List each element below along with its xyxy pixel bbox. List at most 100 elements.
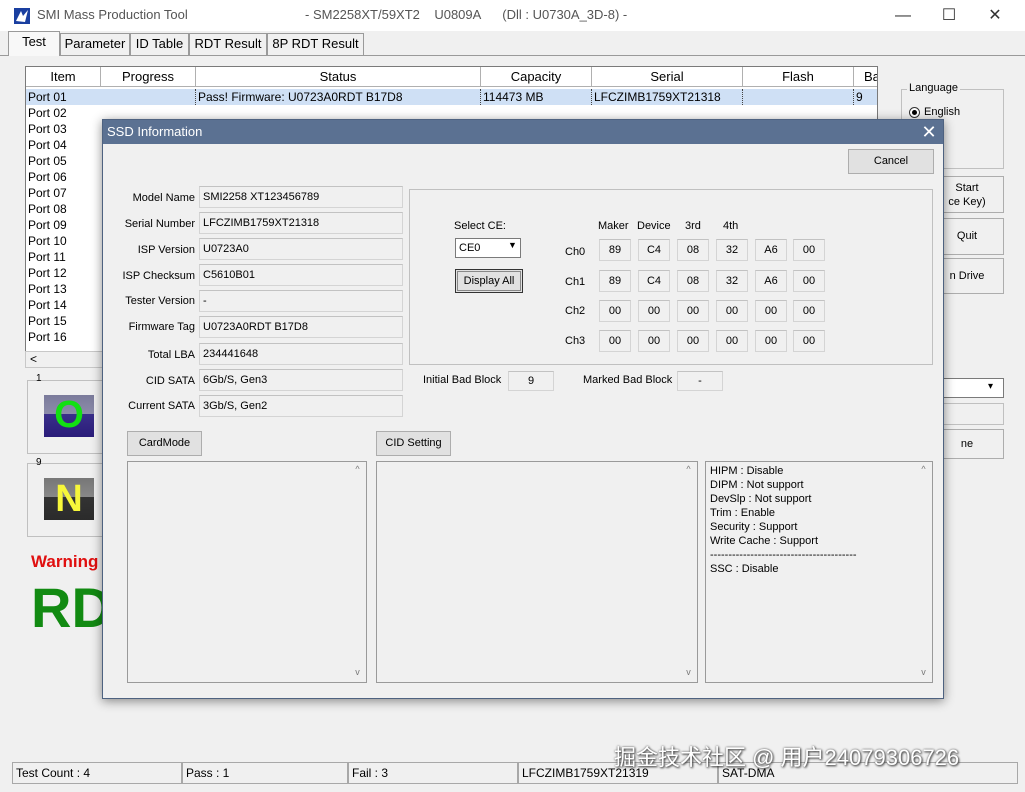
- scroll-left-icon[interactable]: <: [30, 352, 37, 366]
- field-label: ISP Checksum: [122, 270, 195, 282]
- column-header-capacity[interactable]: Capacity: [481, 67, 592, 87]
- feature-info-textarea[interactable]: HIPM : Disable DIPM : Not support DevSlp…: [705, 461, 933, 683]
- table-row[interactable]: Port 16: [26, 329, 101, 345]
- chevron-down-icon[interactable]: ▼: [508, 240, 517, 250]
- id-byte-cell: C4: [638, 270, 670, 292]
- table-row[interactable]: Port 04: [26, 137, 101, 153]
- port-label: Port 07: [28, 186, 67, 200]
- dialog-close-icon[interactable]: ✕: [917, 121, 941, 143]
- close-button[interactable]: ✕: [972, 2, 1018, 29]
- tab-test[interactable]: Test: [8, 31, 60, 56]
- info-line: SSC : Disable: [710, 563, 779, 575]
- table-row[interactable]: Port 08: [26, 201, 101, 217]
- field-label: Tester Version: [125, 295, 195, 307]
- table-row-selected[interactable]: Pass! Firmware: U0723A0RDT B17D8 114473 …: [26, 89, 877, 105]
- column-header-progress[interactable]: Progress: [101, 67, 196, 87]
- id-byte-cell: 00: [677, 300, 709, 322]
- channel-label: Ch1: [565, 276, 586, 288]
- port-panel-number: 9: [36, 457, 42, 468]
- channel-label: Ch0: [565, 246, 586, 258]
- port-label: Port 06: [28, 170, 67, 184]
- tab-rdt-result[interactable]: RDT Result: [189, 33, 267, 55]
- column-header-item[interactable]: Item: [26, 67, 101, 87]
- table-row[interactable]: Port 15: [26, 313, 101, 329]
- minimize-button[interactable]: —: [880, 2, 926, 29]
- channel-label: Ch2: [565, 305, 586, 317]
- ssd-information-dialog: SSD Information ✕ Cancel Model Name SMI2…: [102, 119, 944, 699]
- column-header-status[interactable]: Status: [196, 67, 481, 87]
- tab-parameter[interactable]: Parameter: [60, 33, 130, 55]
- cid-sata-field: 6Gb/S, Gen3: [199, 369, 403, 391]
- english-radio[interactable]: [909, 107, 920, 118]
- tab-8p-rdt-result[interactable]: 8P RDT Result: [267, 33, 364, 55]
- table-row[interactable]: Port 09: [26, 217, 101, 233]
- id-byte-cell: 08: [677, 239, 709, 261]
- vertical-scrollbar[interactable]: ^ v: [915, 462, 932, 682]
- field-label: CID SATA: [145, 375, 195, 387]
- id-header-maker: Maker: [598, 220, 629, 232]
- info-line: HIPM : Disable: [710, 465, 784, 477]
- port-panel-number: 1: [36, 373, 42, 384]
- field-label: Firmware Tag: [128, 321, 195, 333]
- vertical-scrollbar[interactable]: ^ v: [680, 462, 697, 682]
- table-row[interactable]: Port 07: [26, 185, 101, 201]
- cell-capacity: 114473 MB: [481, 89, 592, 105]
- maximize-button[interactable]: ☐: [926, 2, 972, 29]
- dialog-title-bar: SSD Information ✕: [103, 120, 943, 144]
- cardmode-textarea[interactable]: ^ v: [127, 461, 367, 683]
- id-byte-cell: 00: [638, 300, 670, 322]
- scroll-up-icon[interactable]: ^: [915, 464, 932, 474]
- tab-divider: [0, 55, 1025, 56]
- table-row[interactable]: Port 14: [26, 297, 101, 313]
- table-row[interactable]: Port 05: [26, 153, 101, 169]
- cell-ba: 9: [856, 90, 863, 104]
- table-row[interactable]: Port 10: [26, 233, 101, 249]
- scroll-down-icon[interactable]: v: [349, 667, 366, 677]
- isp-checksum-field: C5610B01: [199, 264, 403, 286]
- table-row[interactable]: Port 12: [26, 265, 101, 281]
- column-header-flash[interactable]: Flash: [743, 67, 854, 87]
- cardmode-button[interactable]: CardMode: [127, 431, 202, 456]
- cid-setting-textarea[interactable]: ^ v: [376, 461, 698, 683]
- scroll-up-icon[interactable]: ^: [680, 464, 697, 474]
- port-label: Port 15: [28, 314, 67, 328]
- table-row[interactable]: Port 01: [26, 89, 101, 105]
- total-lba-field: 234441648: [199, 343, 403, 365]
- id-byte-cell: 00: [638, 330, 670, 352]
- info-separator: ----------------------------------------: [710, 549, 857, 561]
- id-byte-cell: 89: [599, 239, 631, 261]
- scroll-up-icon[interactable]: ^: [349, 464, 366, 474]
- english-label[interactable]: English: [924, 106, 960, 118]
- column-header-serial[interactable]: Serial: [592, 67, 743, 87]
- table-row[interactable]: Port 13: [26, 281, 101, 297]
- id-byte-cell: 89: [599, 270, 631, 292]
- port-label: Port 08: [28, 202, 67, 216]
- scroll-down-icon[interactable]: v: [680, 667, 697, 677]
- id-byte-cell: 00: [677, 330, 709, 352]
- info-line: Write Cache : Support: [710, 535, 819, 547]
- cid-setting-button[interactable]: CID Setting: [376, 431, 451, 456]
- id-header-3rd: 3rd: [685, 220, 701, 232]
- column-header-ba[interactable]: Ba: [854, 67, 877, 87]
- tab-id-table[interactable]: ID Table: [130, 33, 189, 55]
- cell-flash: [743, 89, 854, 105]
- vertical-scrollbar[interactable]: ^ v: [349, 462, 366, 682]
- info-line: Security : Support: [710, 521, 798, 533]
- scroll-down-icon[interactable]: v: [915, 667, 932, 677]
- id-byte-cell: 00: [599, 300, 631, 322]
- field-label: Model Name: [132, 192, 195, 204]
- table-row[interactable]: Port 02: [26, 105, 101, 121]
- id-byte-cell: 08: [677, 270, 709, 292]
- table-row[interactable]: Port 11: [26, 249, 101, 265]
- table-row[interactable]: Port 06: [26, 169, 101, 185]
- chevron-down-icon[interactable]: ▾: [988, 381, 993, 392]
- port-label: Port 13: [28, 282, 67, 296]
- cell-status: Pass! Firmware: U0723A0RDT B17D8: [196, 89, 481, 105]
- horizontal-scrollbar[interactable]: <: [25, 351, 105, 368]
- id-byte-cell: 00: [793, 270, 825, 292]
- table-row[interactable]: Port 03: [26, 121, 101, 137]
- display-all-button[interactable]: Display All: [455, 269, 523, 293]
- cancel-button[interactable]: Cancel: [848, 149, 934, 174]
- window-title: SMI Mass Production Tool: [37, 7, 188, 22]
- id-header-device: Device: [637, 220, 671, 232]
